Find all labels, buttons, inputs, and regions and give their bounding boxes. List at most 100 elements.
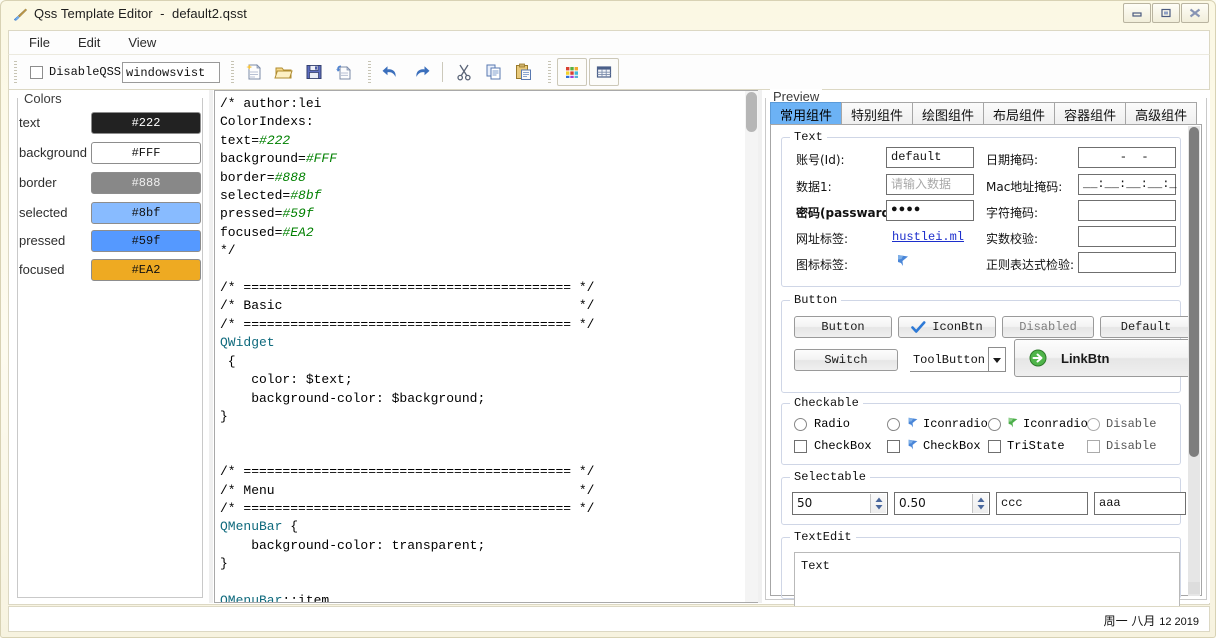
window-controls <box>1122 3 1209 23</box>
toolbar-grip-3[interactable] <box>368 61 372 83</box>
color-row-focused[interactable]: focused #EA2 <box>19 259 201 283</box>
status-date-num: 12 2019 <box>1159 616 1199 628</box>
color-label: pressed <box>19 233 66 248</box>
disable-qss-checkbox[interactable] <box>30 65 43 79</box>
default-button[interactable]: Default <box>1100 316 1192 338</box>
tab-advanced-widgets[interactable]: 高级组件 <box>1125 102 1198 125</box>
preview-scrollbar-thumb[interactable] <box>1189 127 1199 457</box>
tab-special-widgets[interactable]: 特别组件 <box>841 102 914 125</box>
tab-common-widgets[interactable]: 常用组件 <box>770 102 843 125</box>
color-row-pressed[interactable]: pressed #59f <box>19 230 201 254</box>
color-palette-icon[interactable] <box>557 58 588 86</box>
tool-bar: DisableQSS windowsvist <box>8 54 1210 90</box>
switch-button[interactable]: Switch <box>794 349 898 371</box>
radio-icon-2-label: Iconradio <box>1023 417 1088 431</box>
char-mask-input[interactable] <box>1078 200 1176 221</box>
account-label: 账号(Id): <box>796 153 845 167</box>
textedit-field[interactable]: Text <box>794 552 1180 608</box>
table-icon[interactable] <box>589 58 620 86</box>
password-label: 密码(passward): <box>796 206 901 220</box>
color-label: text <box>19 115 40 130</box>
link-button-label: LinkBtn <box>1061 350 1110 366</box>
radio-plain[interactable] <box>794 418 807 431</box>
color-label: focused <box>19 262 65 277</box>
radio-disabled-label: Disable <box>1106 417 1157 431</box>
new-file-icon[interactable] <box>239 58 269 86</box>
menu-file[interactable]: File <box>18 33 61 52</box>
paste-icon[interactable] <box>509 58 539 86</box>
url-link[interactable]: hustlei.ml <box>892 230 964 244</box>
int-spinbox[interactable]: 50 <box>792 492 888 515</box>
color-row-text[interactable]: text #222 <box>19 112 201 136</box>
editor-scrollbar[interactable] <box>745 91 758 602</box>
selectable-group-caption: Selectable <box>790 470 871 484</box>
editor-scrollbar-thumb[interactable] <box>746 92 757 132</box>
data1-input[interactable]: 请输入数据 <box>886 174 974 195</box>
checkbox-icon[interactable] <box>887 440 900 453</box>
save-icon[interactable] <box>299 58 329 86</box>
minimize-button[interactable] <box>1123 3 1151 23</box>
tab-drawing-widgets[interactable]: 绘图组件 <box>912 102 985 125</box>
radio-plain-label: Radio <box>814 417 851 431</box>
color-row-border[interactable]: border #888 <box>19 172 201 196</box>
checkbox-tristate[interactable] <box>988 440 1001 453</box>
toolbar-grip-4[interactable] <box>548 61 552 83</box>
link-button[interactable]: LinkBtn <box>1014 339 1192 377</box>
color-swatch[interactable]: #EA2 <box>91 259 201 281</box>
redo-icon[interactable] <box>406 58 436 86</box>
password-input[interactable]: ●●●● <box>886 200 974 221</box>
preview-scrollbar[interactable] <box>1188 126 1200 596</box>
radio-icon-2[interactable] <box>988 418 1001 431</box>
application-window: Qss Template Editor - default2.qsst File… <box>0 0 1216 638</box>
open-folder-icon[interactable] <box>269 58 299 86</box>
color-swatch[interactable]: #888 <box>91 172 201 194</box>
icon-button[interactable]: IconBtn <box>898 316 996 338</box>
plain-button[interactable]: Button <box>794 316 892 338</box>
menu-view[interactable]: View <box>117 33 167 52</box>
close-button[interactable] <box>1181 3 1209 23</box>
color-swatch[interactable]: #8bf <box>91 202 201 224</box>
color-row-background[interactable]: background #FFF <box>19 142 201 166</box>
checkbox-disabled <box>1087 440 1100 453</box>
text-group-caption: Text <box>790 130 827 144</box>
menu-bar: File Edit View <box>8 30 1210 54</box>
color-swatch[interactable]: #59f <box>91 230 201 252</box>
double-spinbox-arrows[interactable] <box>972 494 988 513</box>
copy-icon[interactable] <box>479 58 509 86</box>
checkbox-plain[interactable] <box>794 440 807 453</box>
double-spinbox-value: 0.50 <box>899 496 926 510</box>
color-swatch[interactable]: #222 <box>91 112 201 134</box>
toolbar-separator <box>442 62 444 82</box>
textedit-group-caption: TextEdit <box>790 530 856 544</box>
real-check-input[interactable] <box>1078 226 1176 247</box>
date-mask-input[interactable]: - - <box>1078 147 1176 168</box>
splitter-left[interactable] <box>209 90 213 603</box>
status-date: 周一 八月 12 2019 <box>1104 612 1199 629</box>
regex-check-input[interactable] <box>1078 252 1176 273</box>
tab-layout-widgets[interactable]: 布局组件 <box>983 102 1056 125</box>
style-name-input[interactable]: windowsvist <box>122 61 221 83</box>
chevron-down-icon[interactable] <box>988 347 1006 372</box>
maximize-button[interactable] <box>1152 3 1180 23</box>
cut-icon[interactable] <box>449 58 479 86</box>
combo-ccc[interactable]: ccc <box>996 492 1088 515</box>
spinbox-arrows[interactable] <box>870 494 886 513</box>
tool-button[interactable]: ToolButton <box>910 349 988 372</box>
double-spinbox[interactable]: 0.50 <box>894 492 990 515</box>
undo-icon[interactable] <box>376 58 406 86</box>
save-as-icon[interactable] <box>329 58 359 86</box>
combo-aaa[interactable]: aaa <box>1094 492 1186 515</box>
tab-container-widgets[interactable]: 容器组件 <box>1054 102 1127 125</box>
code-editor[interactable]: /* author:lei ColorIndexs: text=#222 bac… <box>214 90 759 603</box>
color-swatch[interactable]: #FFF <box>91 142 201 164</box>
brush-icon <box>12 7 28 23</box>
menu-edit[interactable]: Edit <box>67 33 111 52</box>
toolbar-grip-2[interactable] <box>231 61 235 83</box>
toolbar-grip[interactable] <box>14 61 17 83</box>
color-row-selected[interactable]: selected #8bf <box>19 202 201 226</box>
account-input[interactable]: default <box>886 147 974 168</box>
radio-icon-1[interactable] <box>887 418 900 431</box>
view-toolbar-group <box>556 58 620 86</box>
mac-mask-input[interactable]: __:__:__:__:_ <box>1078 174 1177 195</box>
radio-icon-1-label: Iconradio <box>923 417 988 431</box>
